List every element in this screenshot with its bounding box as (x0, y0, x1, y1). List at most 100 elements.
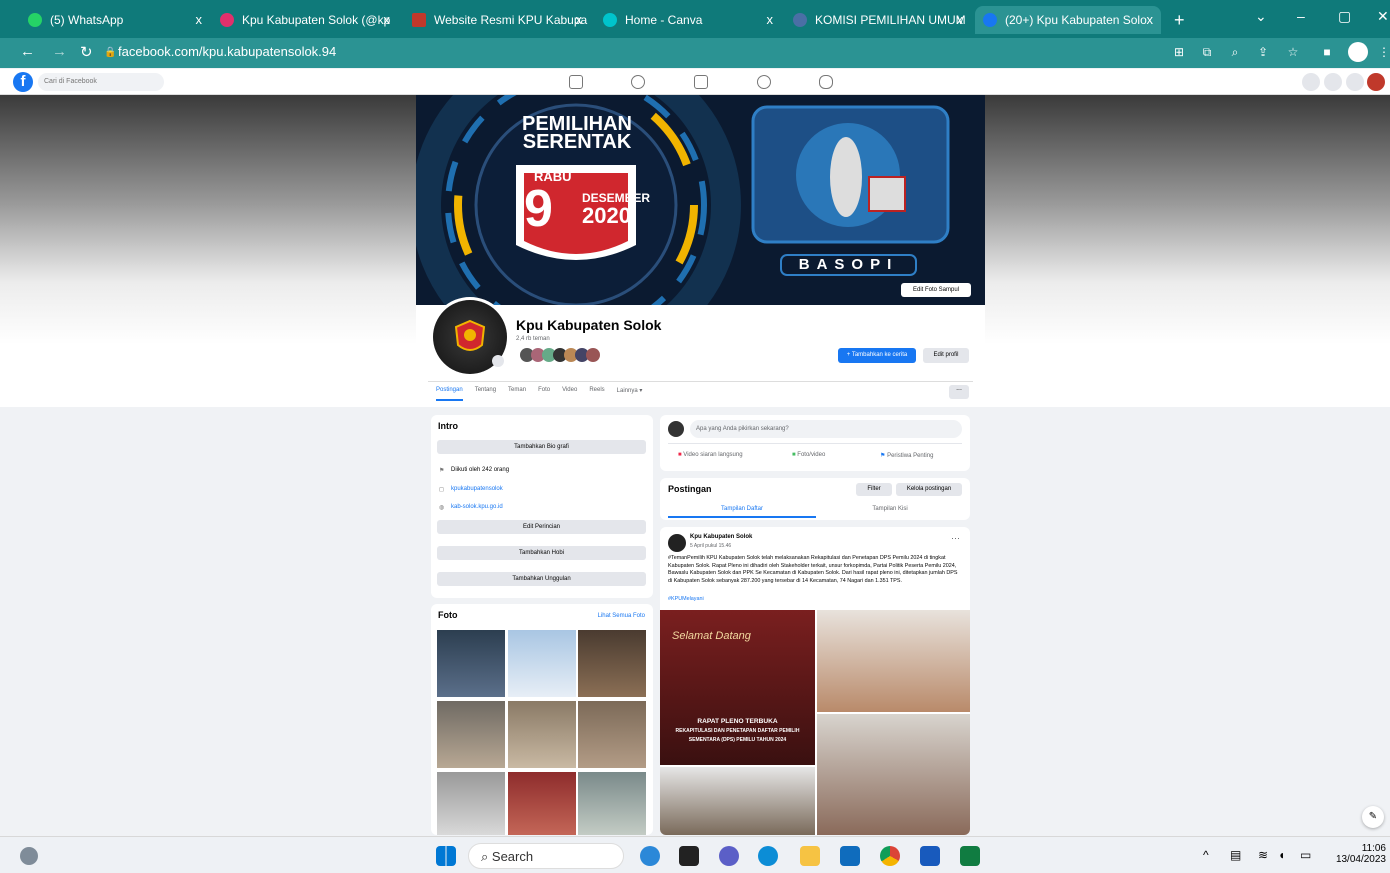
post-author-avatar[interactable] (668, 534, 686, 552)
gaming-icon[interactable] (819, 75, 833, 89)
minimize-icon[interactable]: – (1297, 8, 1305, 24)
install-icon[interactable]: ⊞ (1172, 45, 1186, 59)
edge-icon[interactable] (758, 846, 778, 866)
close-tab-icon[interactable]: x (196, 12, 203, 27)
close-tab-icon[interactable]: x (1147, 12, 1154, 27)
tab-video[interactable]: Video (562, 387, 577, 401)
grid-view-tab[interactable]: Tampilan Kisi (816, 506, 964, 512)
chrome-icon[interactable] (880, 846, 900, 866)
sidebar-icon[interactable]: ■ (1320, 45, 1334, 59)
zoom-icon[interactable]: ⌕ (1228, 45, 1242, 59)
photo-video-button[interactable]: ■ Foto/video (792, 452, 825, 458)
edit-details-button[interactable]: Edit Perincian (437, 520, 646, 534)
edit-floating-icon[interactable]: ✎ (1362, 806, 1384, 828)
add-featured-button[interactable]: Tambahkan Unggulan (437, 572, 646, 586)
list-view-tab[interactable]: Tampilan Daftar (668, 506, 816, 518)
profile-avatar-icon[interactable] (1348, 42, 1368, 62)
profile-more-button[interactable]: ... (949, 385, 969, 399)
menu-grid-icon[interactable] (1302, 73, 1320, 91)
friend-count[interactable]: 2,4 rb teman (516, 336, 550, 342)
wifi-icon[interactable]: ≋ (1258, 848, 1268, 862)
groups-icon[interactable] (757, 75, 771, 89)
close-tab-icon[interactable]: x (957, 12, 964, 27)
tab-postingan[interactable]: Postingan (436, 387, 463, 401)
tab-instagram[interactable]: Kpu Kabupaten Solok (@kp x (212, 6, 398, 34)
photo-thumbnail[interactable] (578, 630, 646, 697)
photo-thumbnail[interactable] (508, 772, 576, 835)
post-image[interactable] (817, 610, 970, 712)
keyboard-icon[interactable]: ▤ (1230, 848, 1241, 862)
photo-thumbnail[interactable] (578, 701, 646, 768)
edit-cover-button[interactable]: Edit Foto Sampul (901, 283, 971, 297)
photo-thumbnail[interactable] (508, 630, 576, 697)
add-story-button[interactable]: + Tambahkan ke cerita (838, 348, 916, 363)
tray-chevron-icon[interactable]: ^ (1203, 848, 1209, 862)
battery-icon[interactable]: ▭ (1300, 848, 1311, 862)
store-icon[interactable] (840, 846, 860, 866)
tab-teman[interactable]: Teman (508, 387, 526, 401)
edit-profile-button[interactable]: Edit profil (923, 348, 969, 363)
tab-whatsapp[interactable]: (5) WhatsApp x (20, 6, 210, 34)
photo-thumbnail[interactable] (437, 772, 505, 835)
maximize-icon[interactable]: ▢ (1338, 8, 1351, 25)
photo-thumbnail[interactable] (578, 772, 646, 835)
widgets-icon[interactable] (20, 847, 38, 865)
see-all-photos-link[interactable]: Lihat Semua Foto (598, 613, 645, 619)
bookmark-star-icon[interactable]: ☆ (1286, 45, 1300, 59)
tab-canva[interactable]: Home - Canva x (595, 6, 781, 34)
chrome-menu-icon[interactable]: ⋮ (1377, 45, 1390, 59)
tab-search-icon[interactable]: ⌄ (1255, 8, 1267, 25)
translate-icon[interactable]: ⧉ (1200, 45, 1214, 59)
tab-tentang[interactable]: Tentang (475, 387, 496, 401)
new-tab-button[interactable]: + (1166, 6, 1196, 34)
url-field[interactable]: facebook.com/kpu.kabupatensolok.94 (118, 44, 336, 59)
file-explorer-icon[interactable] (800, 846, 820, 866)
messenger-icon[interactable] (1324, 73, 1342, 91)
photo-thumbnail[interactable] (437, 701, 505, 768)
volume-icon[interactable]: ◖ (1278, 848, 1285, 862)
add-hobby-button[interactable]: Tambahkan Hobi (437, 546, 646, 560)
post-image[interactable] (817, 714, 970, 835)
teams-icon[interactable] (719, 846, 739, 866)
photo-thumbnail[interactable] (508, 701, 576, 768)
tab-more[interactable]: Lainnya ▾ (617, 387, 643, 401)
watch-icon[interactable] (631, 75, 645, 89)
notifications-icon[interactable] (1346, 73, 1364, 91)
excel-icon[interactable] (960, 846, 980, 866)
marketplace-icon[interactable] (694, 75, 708, 89)
facebook-logo[interactable]: f (13, 72, 33, 92)
composer-input[interactable]: Apa yang Anda pikirkan sekarang? (690, 420, 962, 438)
tab-kpu-website[interactable]: Website Resmi KPU Kabupa x (404, 6, 590, 34)
tab-komisi[interactable]: KOMISI PEMILIHAN UMUM x (785, 6, 971, 34)
add-bio-button[interactable]: Tambahkan Bio grafi (437, 440, 646, 454)
back-icon[interactable]: ← (20, 43, 35, 60)
share-icon[interactable]: ⇪ (1256, 45, 1270, 59)
post-options-icon[interactable]: ⋯ (951, 533, 960, 544)
post-hashtag[interactable]: #KPUMelayani (668, 596, 704, 602)
taskbar-search[interactable]: ⌕ Search (468, 843, 624, 869)
task-view-icon[interactable] (679, 846, 699, 866)
photo-thumbnail[interactable] (437, 630, 505, 697)
start-icon[interactable] (436, 846, 456, 866)
home-icon[interactable] (569, 75, 583, 89)
window-close-icon[interactable]: ✕ (1377, 8, 1389, 25)
forward-icon[interactable]: → (52, 43, 67, 60)
post-image[interactable] (660, 767, 815, 835)
tab-facebook[interactable]: (20+) Kpu Kabupaten Solo x (975, 6, 1161, 34)
post-image-main[interactable]: Selamat Datang RAPAT PLENO TERBUKA REKAP… (660, 610, 815, 765)
word-icon[interactable] (920, 846, 940, 866)
post-author[interactable]: Kpu Kabupaten Solok (690, 534, 752, 540)
friend-avatars[interactable] (520, 348, 600, 362)
filter-button[interactable]: Filter (856, 483, 892, 496)
facebook-search-input[interactable]: Cari di Facebook (38, 73, 164, 91)
manage-posts-button[interactable]: Kelola postingan (896, 483, 962, 496)
post-time[interactable]: 5 April pukul 15.46 (690, 543, 731, 549)
tab-reels[interactable]: Reels (589, 387, 604, 401)
close-tab-icon[interactable]: x (767, 12, 774, 27)
instagram-link[interactable]: kpukabupatensolok (451, 486, 503, 492)
live-video-button[interactable]: ■ Video siaran langsung (678, 452, 743, 458)
close-tab-icon[interactable]: x (384, 12, 391, 27)
copilot-icon[interactable] (640, 846, 660, 866)
life-event-button[interactable]: ⚑ Peristiwa Penting (880, 452, 933, 459)
reload-icon[interactable]: ↻ (80, 43, 93, 61)
